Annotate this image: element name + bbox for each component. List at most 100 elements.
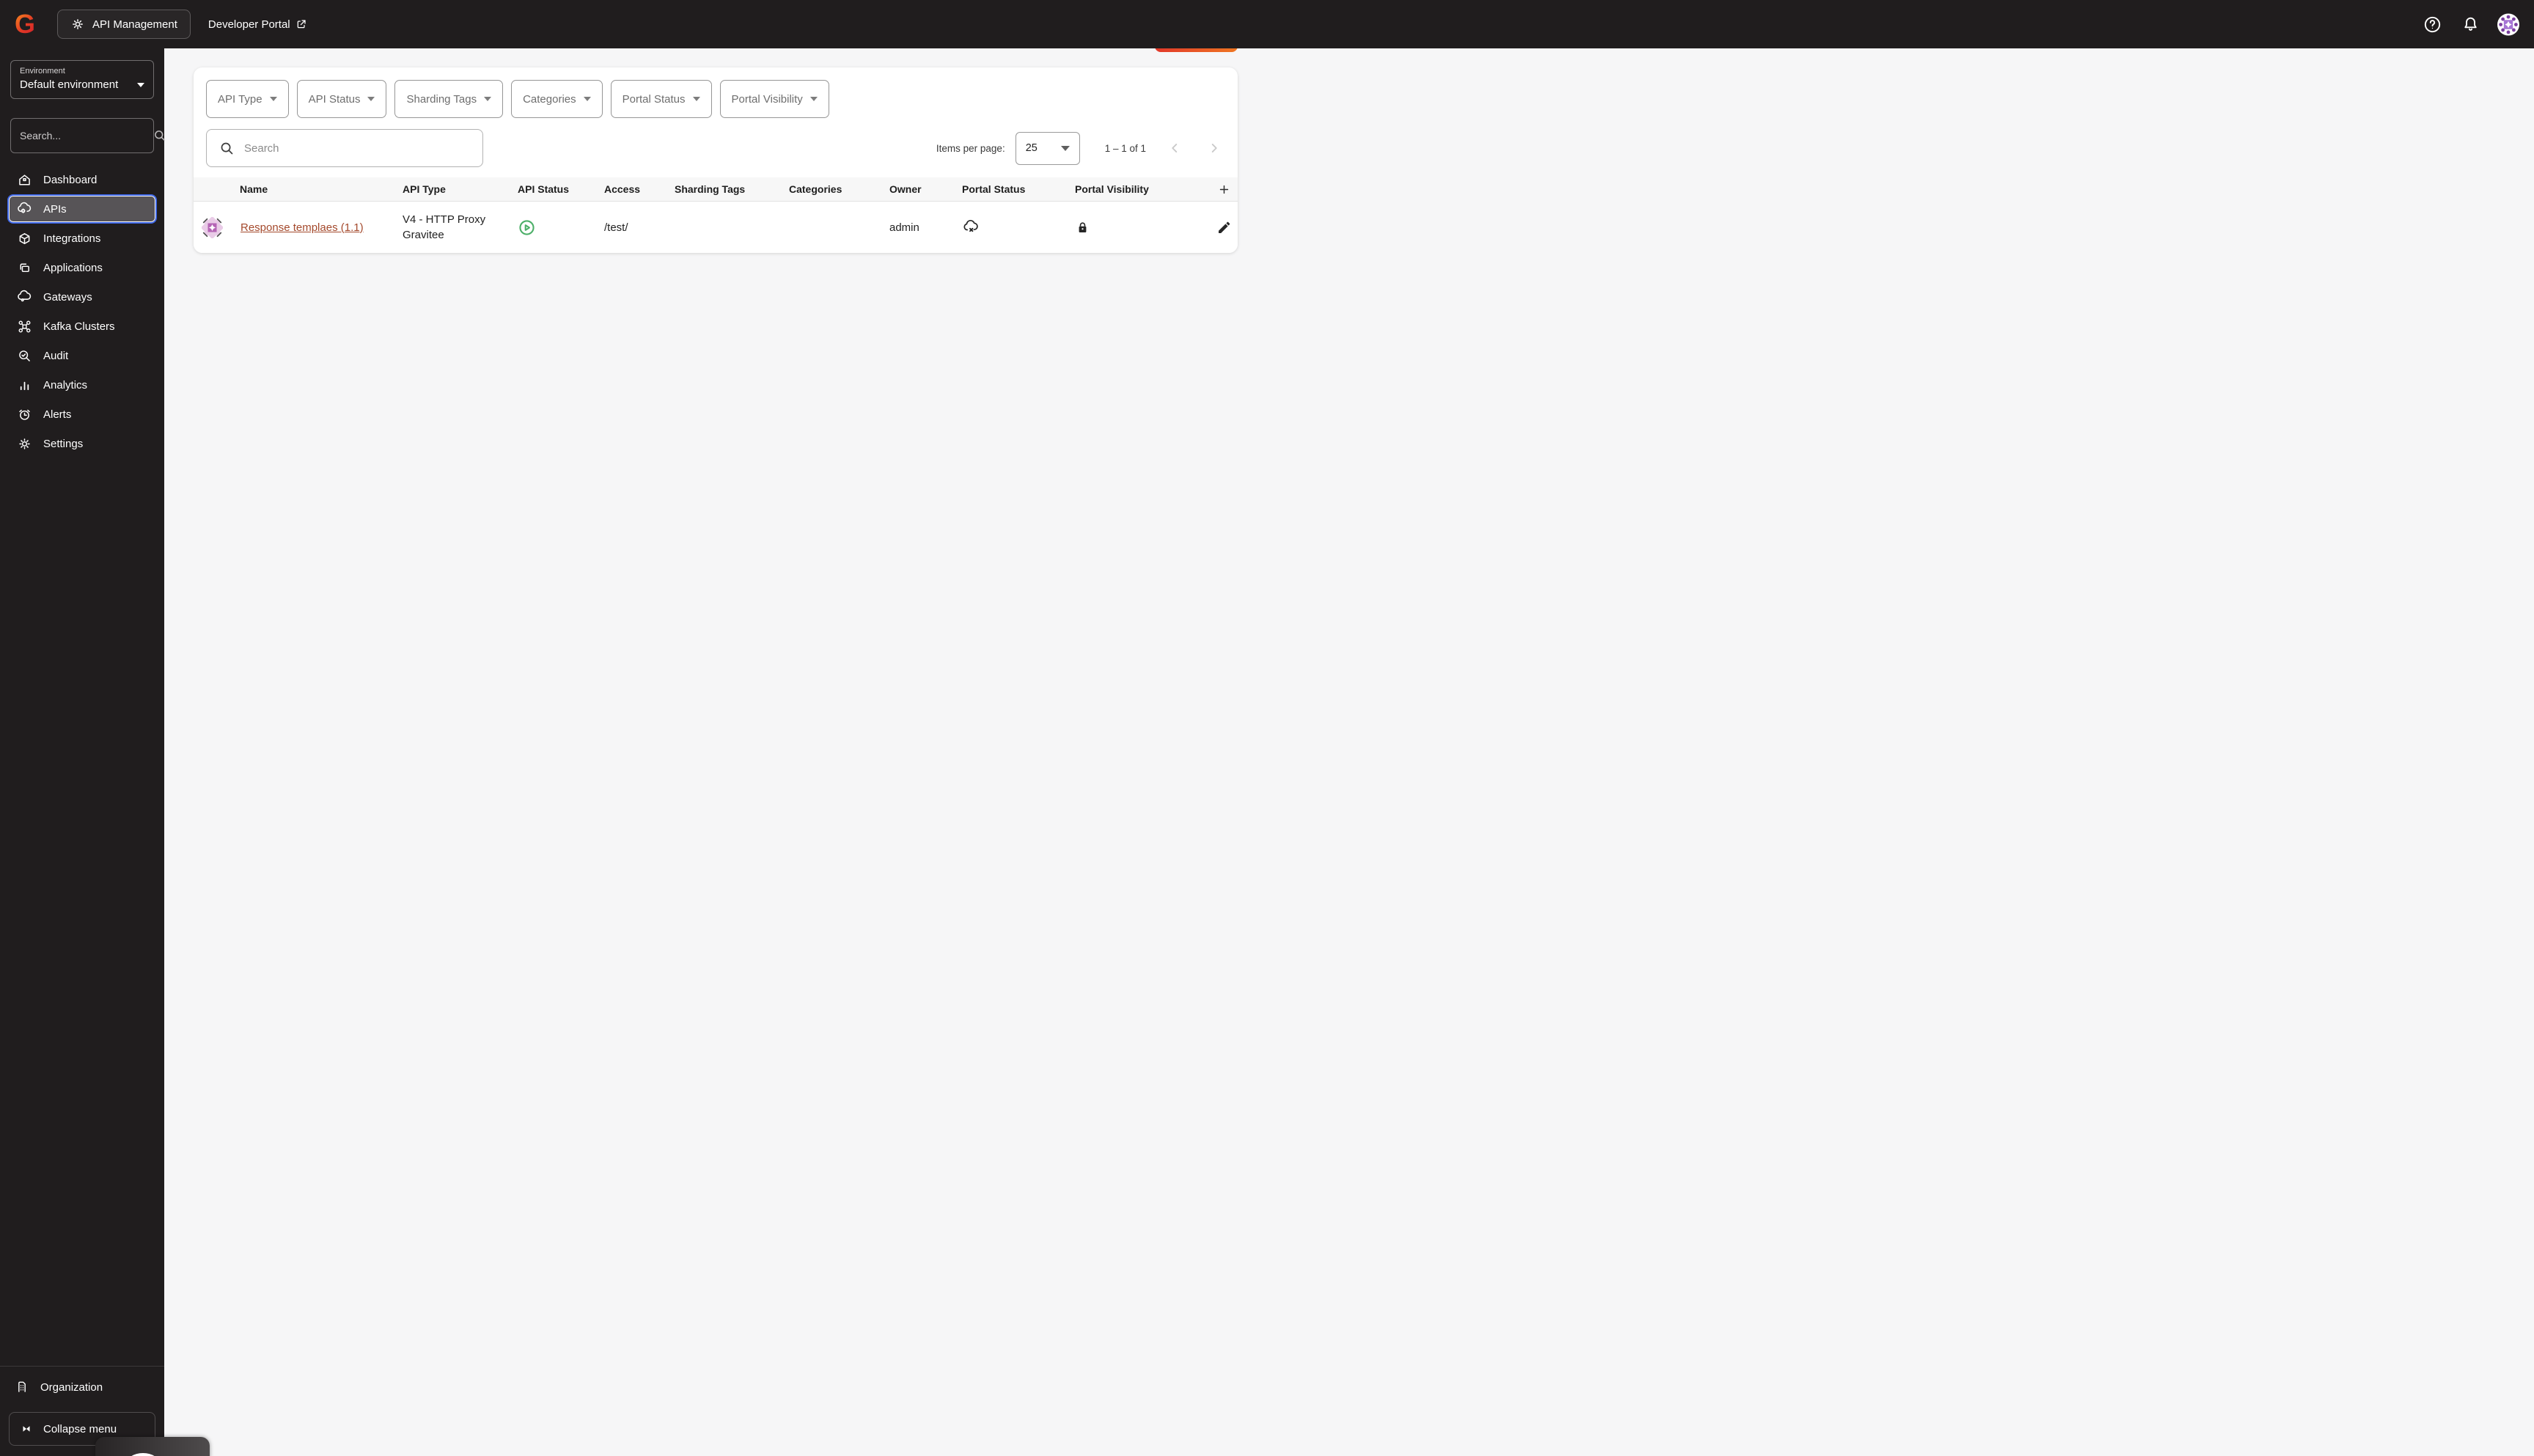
filter-label: Portal Status [622,92,686,106]
filter-portal-status[interactable]: Portal Status [610,80,712,118]
search-check-icon [16,348,32,364]
sidebar: Environment Default environment Dashboar… [0,48,165,1456]
filter-sharding-tags[interactable]: Sharding Tags [394,80,504,118]
filter-categories[interactable]: Categories [511,80,603,118]
chevron-down-icon [583,97,591,101]
chevron-down-icon [484,97,492,101]
sidebar-item-integrations[interactable]: Integrations [7,224,157,253]
cloud-gear-icon [16,201,32,217]
sidebar-item-dashboard[interactable]: Dashboard [7,165,157,194]
popup-avatar [126,1453,160,1456]
search-icon [218,140,235,157]
chevron-down-icon [809,97,818,101]
sidebar-item-settings[interactable]: Settings [7,429,157,458]
chevron-down-icon [1060,145,1070,151]
filter-label: Categories [523,92,576,106]
sidebar-nav: Dashboard APIs Integrations Applications… [0,165,164,458]
api-avatar-identicon [202,216,223,238]
next-page-button[interactable] [1203,137,1225,159]
chevron-down-icon [269,97,277,101]
filters-row: API Type API Status Sharding Tags Catego… [194,67,1238,118]
sidebar-search [10,118,165,153]
sidebar-item-label: Kafka Clusters [43,320,115,333]
sidebar-item-audit[interactable]: Audit [7,341,157,370]
app-switcher-api-management[interactable]: API Management [57,10,191,39]
table-search [206,129,483,167]
column-header[interactable]: Owner [889,183,962,195]
building-icon [15,1380,29,1394]
previous-page-button[interactable] [1164,137,1186,159]
column-header[interactable]: Access [604,183,675,195]
column-header[interactable]: Sharding Tags [675,183,789,195]
sidebar-item-apis[interactable]: APIs [7,194,157,224]
kafka-icon [16,318,32,334]
user-avatar[interactable] [2497,13,2519,35]
items-per-page-select[interactable]: 25 [1015,131,1080,165]
app-switcher-label: API Management [92,18,177,31]
apis-card: API Type API Status Sharding Tags Catego… [194,67,1238,253]
gear-icon [70,17,85,32]
help-button[interactable] [2421,13,2443,35]
pencil-icon [1218,221,1230,233]
environment-selector[interactable]: Environment Default environment [10,60,154,99]
page-range-label: 1 – 1 of 1 [1104,142,1146,154]
sidebar-item-kafka-clusters[interactable]: Kafka Clusters [7,312,157,341]
filter-api-type[interactable]: API Type [206,80,289,118]
filter-portal-visibility[interactable]: Portal Visibility [719,80,829,118]
gravitee-logo[interactable]: G [15,11,44,37]
sidebar-search-input[interactable] [20,130,153,141]
filter-label: Sharding Tags [406,92,477,106]
collapse-icon [20,1422,33,1435]
search-icon [153,128,167,143]
environment-label: Environment [20,67,65,76]
sidebar-item-gateways[interactable]: Gateways [7,282,157,312]
bar-chart-icon [16,377,32,393]
add-column-button[interactable] [1210,183,1238,196]
column-header[interactable]: API Type [403,183,518,195]
column-header[interactable]: API Status [518,183,604,195]
external-link-icon [295,18,307,30]
filter-label: API Status [308,92,361,106]
table-row: Response templaes (1.1) V4 - HTTP Proxy … [194,202,1238,253]
bottom-left-popup[interactable] [95,1437,210,1456]
portal-visibility-cell [1075,220,1210,235]
column-header[interactable]: Portal Status [962,183,1075,195]
edit-api-button[interactable] [1210,220,1238,235]
chevron-down-icon [692,97,700,101]
sidebar-item-label: Dashboard [43,173,98,186]
cloud-x-icon [963,219,978,232]
sidebar-item-label: Settings [43,437,84,450]
column-header[interactable]: Categories [789,183,889,195]
sidebar-item-label: Alerts [43,408,72,421]
column-header[interactable]: Name [194,183,403,195]
table-search-input[interactable] [244,141,471,155]
access-cell: /test/ [604,221,628,234]
sidebar-item-alerts[interactable]: Alerts [7,400,157,429]
sidebar-item-applications[interactable]: Applications [7,253,157,282]
table-header-row: Name API Type API Status Access Sharding… [194,177,1238,202]
sidebar-item-label: Integrations [43,232,101,245]
api-status-cell [518,218,604,237]
filter-api-status[interactable]: API Status [296,80,387,118]
collapse-menu-label: Collapse menu [43,1422,117,1435]
bell-icon [2464,17,2477,31]
user-avatar-identicon [2497,13,2519,35]
sidebar-item-analytics[interactable]: Analytics [7,370,157,400]
api-name-link[interactable]: Response templaes (1.1) [240,221,364,234]
environment-value: Default environment [20,78,119,91]
notifications-button[interactable] [2459,13,2481,35]
sidebar-item-label: Gateways [43,290,92,304]
developer-portal-label: Developer Portal [208,18,290,31]
play-circle-icon [519,219,535,235]
column-header[interactable]: Portal Visibility [1075,183,1210,195]
items-per-page-value: 25 [1025,142,1038,154]
api-type-origin: Gravitee [403,229,444,241]
gear-icon [16,435,32,452]
topbar: G API Management Developer Portal [0,0,2534,48]
paginator: Items per page: 25 1 – 1 of 1 [936,131,1225,165]
filter-label: Portal Visibility [731,92,803,106]
sidebar-item-label: Analytics [43,378,88,391]
developer-portal-link[interactable]: Developer Portal [208,18,307,31]
sidebar-item-organization[interactable]: Organization [0,1367,164,1408]
organization-label: Organization [40,1380,103,1394]
